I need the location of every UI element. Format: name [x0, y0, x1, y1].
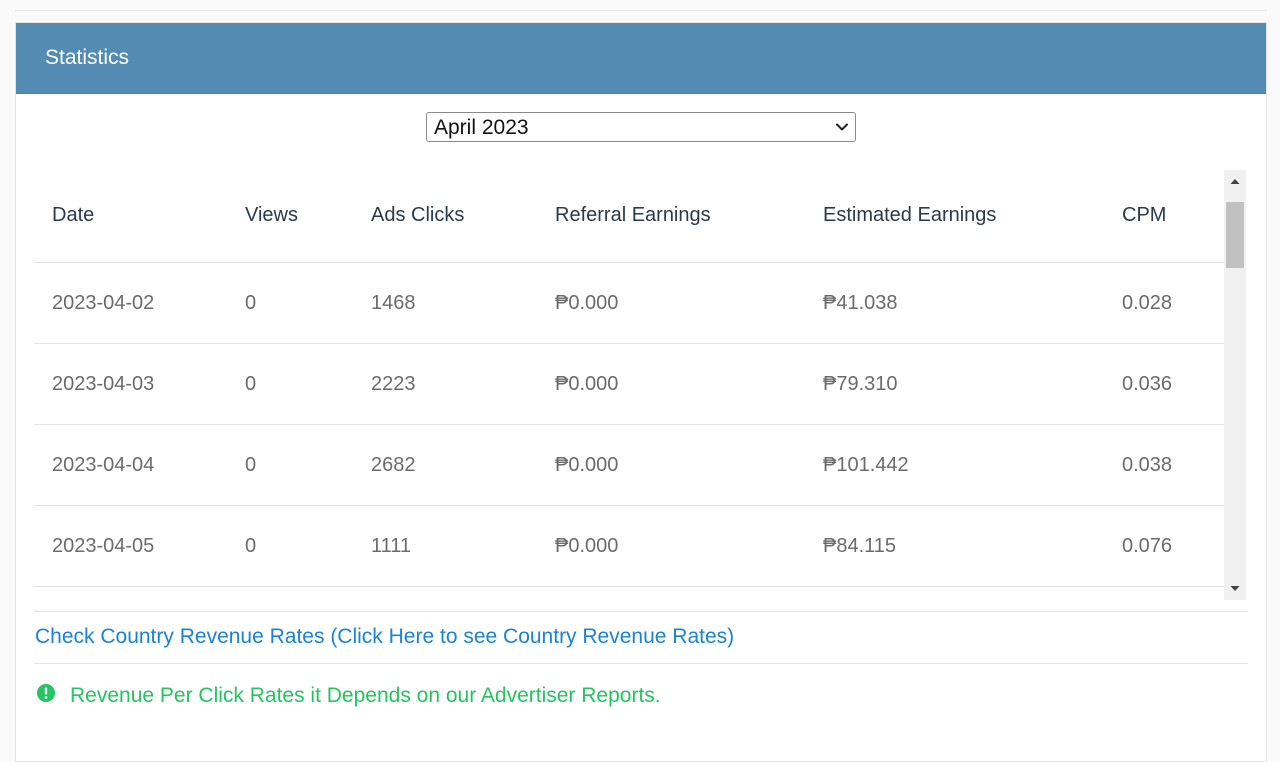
table-row: 2023-04-05 0 1111 ₱0.000 ₱84.115 0.076: [34, 506, 1224, 587]
cell-cpm: 0.038: [1122, 453, 1173, 476]
cell-cpm: 0.076: [1122, 534, 1173, 557]
table-scrollbar[interactable]: [1224, 170, 1246, 600]
cell-date: 2023-04-04: [52, 453, 155, 476]
cell-estimated-earnings: ₱101.442: [823, 453, 909, 476]
cell-views: 0: [245, 453, 257, 476]
scroll-down-button[interactable]: [1224, 576, 1246, 600]
cell-referral-earnings: ₱0.000: [555, 291, 619, 314]
table-header-row: Date Views Ads Clicks Referral Earnings …: [34, 168, 1224, 263]
month-select-value: April 2023: [434, 116, 529, 139]
cell-views: 0: [245, 372, 257, 395]
cell-views: 0: [245, 291, 257, 314]
triangle-down-icon: [1230, 586, 1240, 591]
cell-ads-clicks: 2223: [371, 372, 416, 395]
header-date: Date: [52, 203, 95, 226]
scroll-thumb[interactable]: [1226, 202, 1244, 268]
table-row: 2023-04-04 0 2682 ₱0.000 ₱101.442 0.038: [34, 425, 1224, 506]
scroll-up-button[interactable]: [1224, 170, 1246, 194]
cell-ads-clicks: 1111: [371, 534, 412, 557]
statistics-table: Date Views Ads Clicks Referral Earnings …: [34, 168, 1247, 601]
revenue-notice: Revenue Per Click Rates it Depends on ou…: [36, 684, 661, 708]
header-cpm: CPM: [1122, 203, 1167, 226]
exclamation-circle-icon: [37, 684, 55, 702]
cell-referral-earnings: ₱0.000: [555, 453, 619, 476]
header-views: Views: [245, 203, 298, 226]
cell-cpm: 0.028: [1122, 291, 1173, 314]
header-ads-clicks: Ads Clicks: [371, 203, 465, 226]
month-select[interactable]: April 2023: [426, 112, 856, 142]
statistics-card: Statistics April 2023 Date Views Ads Cli…: [15, 22, 1267, 762]
cell-referral-earnings: ₱0.000: [555, 372, 619, 395]
cell-cpm: 0.036: [1122, 372, 1173, 395]
card-title: Statistics: [45, 46, 130, 69]
notice-text: Revenue Per Click Rates it Depends on ou…: [70, 684, 661, 707]
top-divider: [15, 10, 1267, 11]
chevron-down-icon: [836, 123, 848, 131]
divider: [34, 663, 1248, 664]
cell-estimated-earnings: ₱79.310: [823, 372, 898, 395]
cell-views: 0: [245, 534, 257, 557]
cell-ads-clicks: 2682: [371, 453, 416, 476]
cell-date: 2023-04-02: [52, 291, 155, 314]
table-row: 2023-04-03 0 2223 ₱0.000 ₱79.310 0.036: [34, 344, 1224, 425]
header-estimated-earnings: Estimated Earnings: [823, 203, 997, 226]
header-referral-earnings: Referral Earnings: [555, 203, 711, 226]
country-revenue-rates-link[interactable]: Check Country Revenue Rates (Click Here …: [35, 625, 734, 649]
divider: [34, 611, 1248, 612]
cell-date: 2023-04-03: [52, 372, 155, 395]
table-row: 2023-04-02 0 1468 ₱0.000 ₱41.038 0.028: [34, 263, 1224, 344]
triangle-up-icon: [1230, 179, 1240, 184]
cell-date: 2023-04-05: [52, 534, 155, 557]
cell-estimated-earnings: ₱84.115: [823, 534, 897, 557]
cell-referral-earnings: ₱0.000: [555, 534, 619, 557]
cell-estimated-earnings: ₱41.038: [823, 291, 898, 314]
card-header: Statistics: [16, 23, 1266, 94]
cell-ads-clicks: 1468: [371, 291, 416, 314]
